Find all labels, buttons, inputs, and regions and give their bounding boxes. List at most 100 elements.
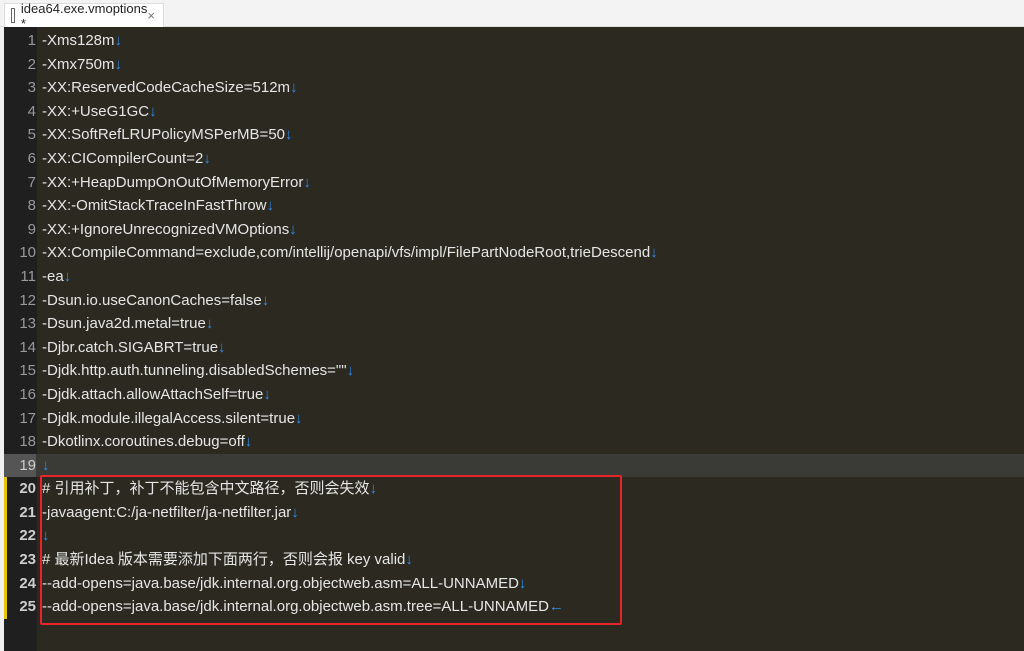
eol-marker-icon: ↓ — [203, 149, 211, 167]
line-number: 24 — [19, 574, 36, 592]
line-number: 10 — [19, 244, 36, 262]
line-content: -Djdk.http.auth.tunneling.disabledScheme… — [42, 362, 347, 380]
eol-marker-icon: ↓ — [114, 55, 123, 73]
editor-line[interactable]: 10 -XX:CompileCommand=exclude,com/intelli… — [4, 241, 1024, 265]
line-content: -XX:+UseG1GC — [42, 102, 150, 120]
eol-marker-icon: ↓ — [289, 220, 297, 238]
eol-marker-icon: ↓ — [285, 126, 293, 144]
line-content: -Xmx750m — [42, 55, 115, 73]
editor-line[interactable]: 5 -XX:SoftRefLRUPolicyMSPerMB=50↓ — [4, 123, 1024, 147]
line-number: 11 — [20, 267, 36, 285]
tab-vmoptions[interactable]: idea64.exe.vmoptions * × — [4, 1, 164, 31]
editor-line[interactable]: 14 -Djbr.catch.SIGABRT=true↓ — [4, 336, 1024, 360]
eol-marker-icon: ↓ — [205, 315, 214, 333]
line-number: 13 — [19, 315, 36, 333]
line-text: ↓ — [42, 454, 50, 478]
line-number: 6 — [27, 149, 36, 167]
eol-marker-icon: ↓ — [114, 32, 123, 49]
eol-marker-icon: ↓ — [42, 456, 50, 474]
text-editor[interactable]: 1 -Xms128m↓ 2 -Xmx750m↓ 3 -XX:ReservedCodeCac… — [4, 27, 1024, 651]
line-content: -XX:CompileCommand=exclude,com/intellij/… — [42, 244, 651, 262]
line-number: 8 — [27, 197, 36, 215]
line-number: 3 — [27, 79, 36, 97]
line-text: -Djdk.http.auth.tunneling.disabledScheme… — [42, 359, 354, 383]
line-text: -Dsun.java2d.metal=true↓ — [42, 312, 213, 336]
line-text: -XX:ReservedCodeCacheSize=512m↓ — [42, 76, 298, 100]
line-number: 4 — [27, 102, 36, 120]
line-text: -Dsun.io.useCanonCaches=false↓ — [42, 289, 269, 313]
line-content: -Dkotlinx.coroutines.debug=off — [42, 433, 245, 451]
eol-marker-icon: ↓ — [149, 102, 157, 120]
line-number: 22 — [19, 527, 36, 545]
line-content: -XX:ReservedCodeCacheSize=512m — [42, 79, 291, 97]
line-number: 15 — [19, 362, 36, 380]
editor-line[interactable]: 1 -Xms128m↓ — [4, 29, 1024, 53]
tab-title: idea64.exe.vmoptions * — [20, 0, 148, 31]
line-number: 7 — [27, 173, 36, 191]
line-number: 21 — [19, 503, 36, 521]
tab-bar: idea64.exe.vmoptions * × — [0, 0, 1024, 31]
line-content: -Djdk.module.illegalAccess.silent=true — [42, 409, 296, 427]
line-number: 18 — [19, 433, 36, 451]
eol-marker-icon: ↓ — [261, 291, 270, 309]
editor-line[interactable]: 13 -Dsun.java2d.metal=true↓ — [4, 312, 1024, 336]
eol-marker-icon: ↓ — [63, 267, 72, 285]
line-content: -XX:-OmitStackTraceInFastThrow — [42, 197, 267, 215]
editor-line[interactable]: 19 ↓ — [4, 453, 1024, 478]
eol-marker-icon: ↓ — [303, 173, 311, 191]
line-text: -XX:CompileCommand=exclude,com/intellij/… — [42, 241, 658, 265]
eol-marker-icon: ↓ — [346, 362, 355, 380]
editor-line[interactable]: 6 -XX:CICompilerCount=2↓ — [4, 147, 1024, 171]
line-content: -XX:SoftRefLRUPolicyMSPerMB=50 — [42, 126, 286, 144]
editor-line[interactable]: 7 -XX:+HeapDumpOnOutOfMemoryError↓ — [4, 171, 1024, 195]
line-number: 2 — [27, 55, 36, 73]
line-number: 1 — [27, 32, 36, 49]
line-text: -Xmx750m↓ — [42, 53, 122, 77]
line-text: -Djbr.catch.SIGABRT=true↓ — [42, 336, 226, 360]
line-number: 19 — [4, 453, 36, 478]
line-number: 12 — [19, 291, 36, 309]
highlight-box — [40, 475, 622, 625]
line-number: 5 — [27, 126, 36, 144]
line-content: -Dsun.io.useCanonCaches=false — [42, 291, 262, 309]
line-content: -XX:CICompilerCount=2 — [42, 149, 204, 167]
line-content: -XX:+IgnoreUnrecognizedVMOptions — [42, 220, 290, 238]
editor-line[interactable]: 11 -ea↓ — [4, 265, 1024, 289]
editor-line[interactable]: 12 -Dsun.io.useCanonCaches=false↓ — [4, 289, 1024, 313]
editor-line[interactable]: 18 -Dkotlinx.coroutines.debug=off↓ — [4, 430, 1024, 454]
eol-marker-icon: ↓ — [244, 433, 253, 451]
line-text: -Xms128m↓ — [42, 29, 122, 53]
editor-line[interactable]: 16 -Djdk.attach.allowAttachSelf=true↓ — [4, 383, 1024, 407]
file-icon — [11, 8, 15, 23]
close-icon[interactable]: × — [147, 8, 155, 23]
editor-line[interactable]: 8 -XX:-OmitStackTraceInFastThrow↓ — [4, 194, 1024, 218]
editor-line[interactable]: 15 -Djdk.http.auth.tunneling.disabledSche… — [4, 359, 1024, 383]
line-text: -XX:+UseG1GC↓ — [42, 100, 157, 124]
editor-line[interactable]: 17 -Djdk.module.illegalAccess.silent=true… — [4, 407, 1024, 431]
eol-marker-icon: ↓ — [218, 338, 226, 356]
line-text: -Djdk.module.illegalAccess.silent=true↓ — [42, 407, 303, 431]
editor-line[interactable]: 9 -XX:+IgnoreUnrecognizedVMOptions↓ — [4, 218, 1024, 242]
line-text: -XX:-OmitStackTraceInFastThrow↓ — [42, 194, 274, 218]
line-number: 16 — [19, 385, 36, 403]
line-number: 23 — [19, 551, 36, 569]
line-number: 25 — [19, 598, 36, 616]
line-text: -XX:CICompilerCount=2↓ — [42, 147, 211, 171]
editor-line[interactable]: 3 -XX:ReservedCodeCacheSize=512m↓ — [4, 76, 1024, 100]
line-content: -Dsun.java2d.metal=true — [42, 315, 206, 333]
line-text: -XX:+IgnoreUnrecognizedVMOptions↓ — [42, 218, 297, 242]
eol-marker-icon: ↓ — [263, 385, 271, 403]
editor-line[interactable]: 4 -XX:+UseG1GC↓ — [4, 100, 1024, 124]
line-content: -Xms128m — [42, 32, 115, 49]
eol-marker-icon: ↓ — [650, 244, 658, 262]
line-number: 17 — [19, 409, 36, 427]
line-text: -XX:+HeapDumpOnOutOfMemoryError↓ — [42, 171, 311, 195]
editor-line[interactable]: 2 -Xmx750m↓ — [4, 53, 1024, 77]
line-content: -Djbr.catch.SIGABRT=true — [42, 338, 219, 356]
line-content: -XX:+HeapDumpOnOutOfMemoryError — [42, 173, 304, 191]
line-text: -Djdk.attach.allowAttachSelf=true↓ — [42, 383, 271, 407]
line-text: -ea↓ — [42, 265, 71, 289]
line-number: 14 — [19, 338, 36, 356]
eol-marker-icon: ↓ — [266, 197, 275, 215]
line-content: -ea — [42, 267, 64, 285]
